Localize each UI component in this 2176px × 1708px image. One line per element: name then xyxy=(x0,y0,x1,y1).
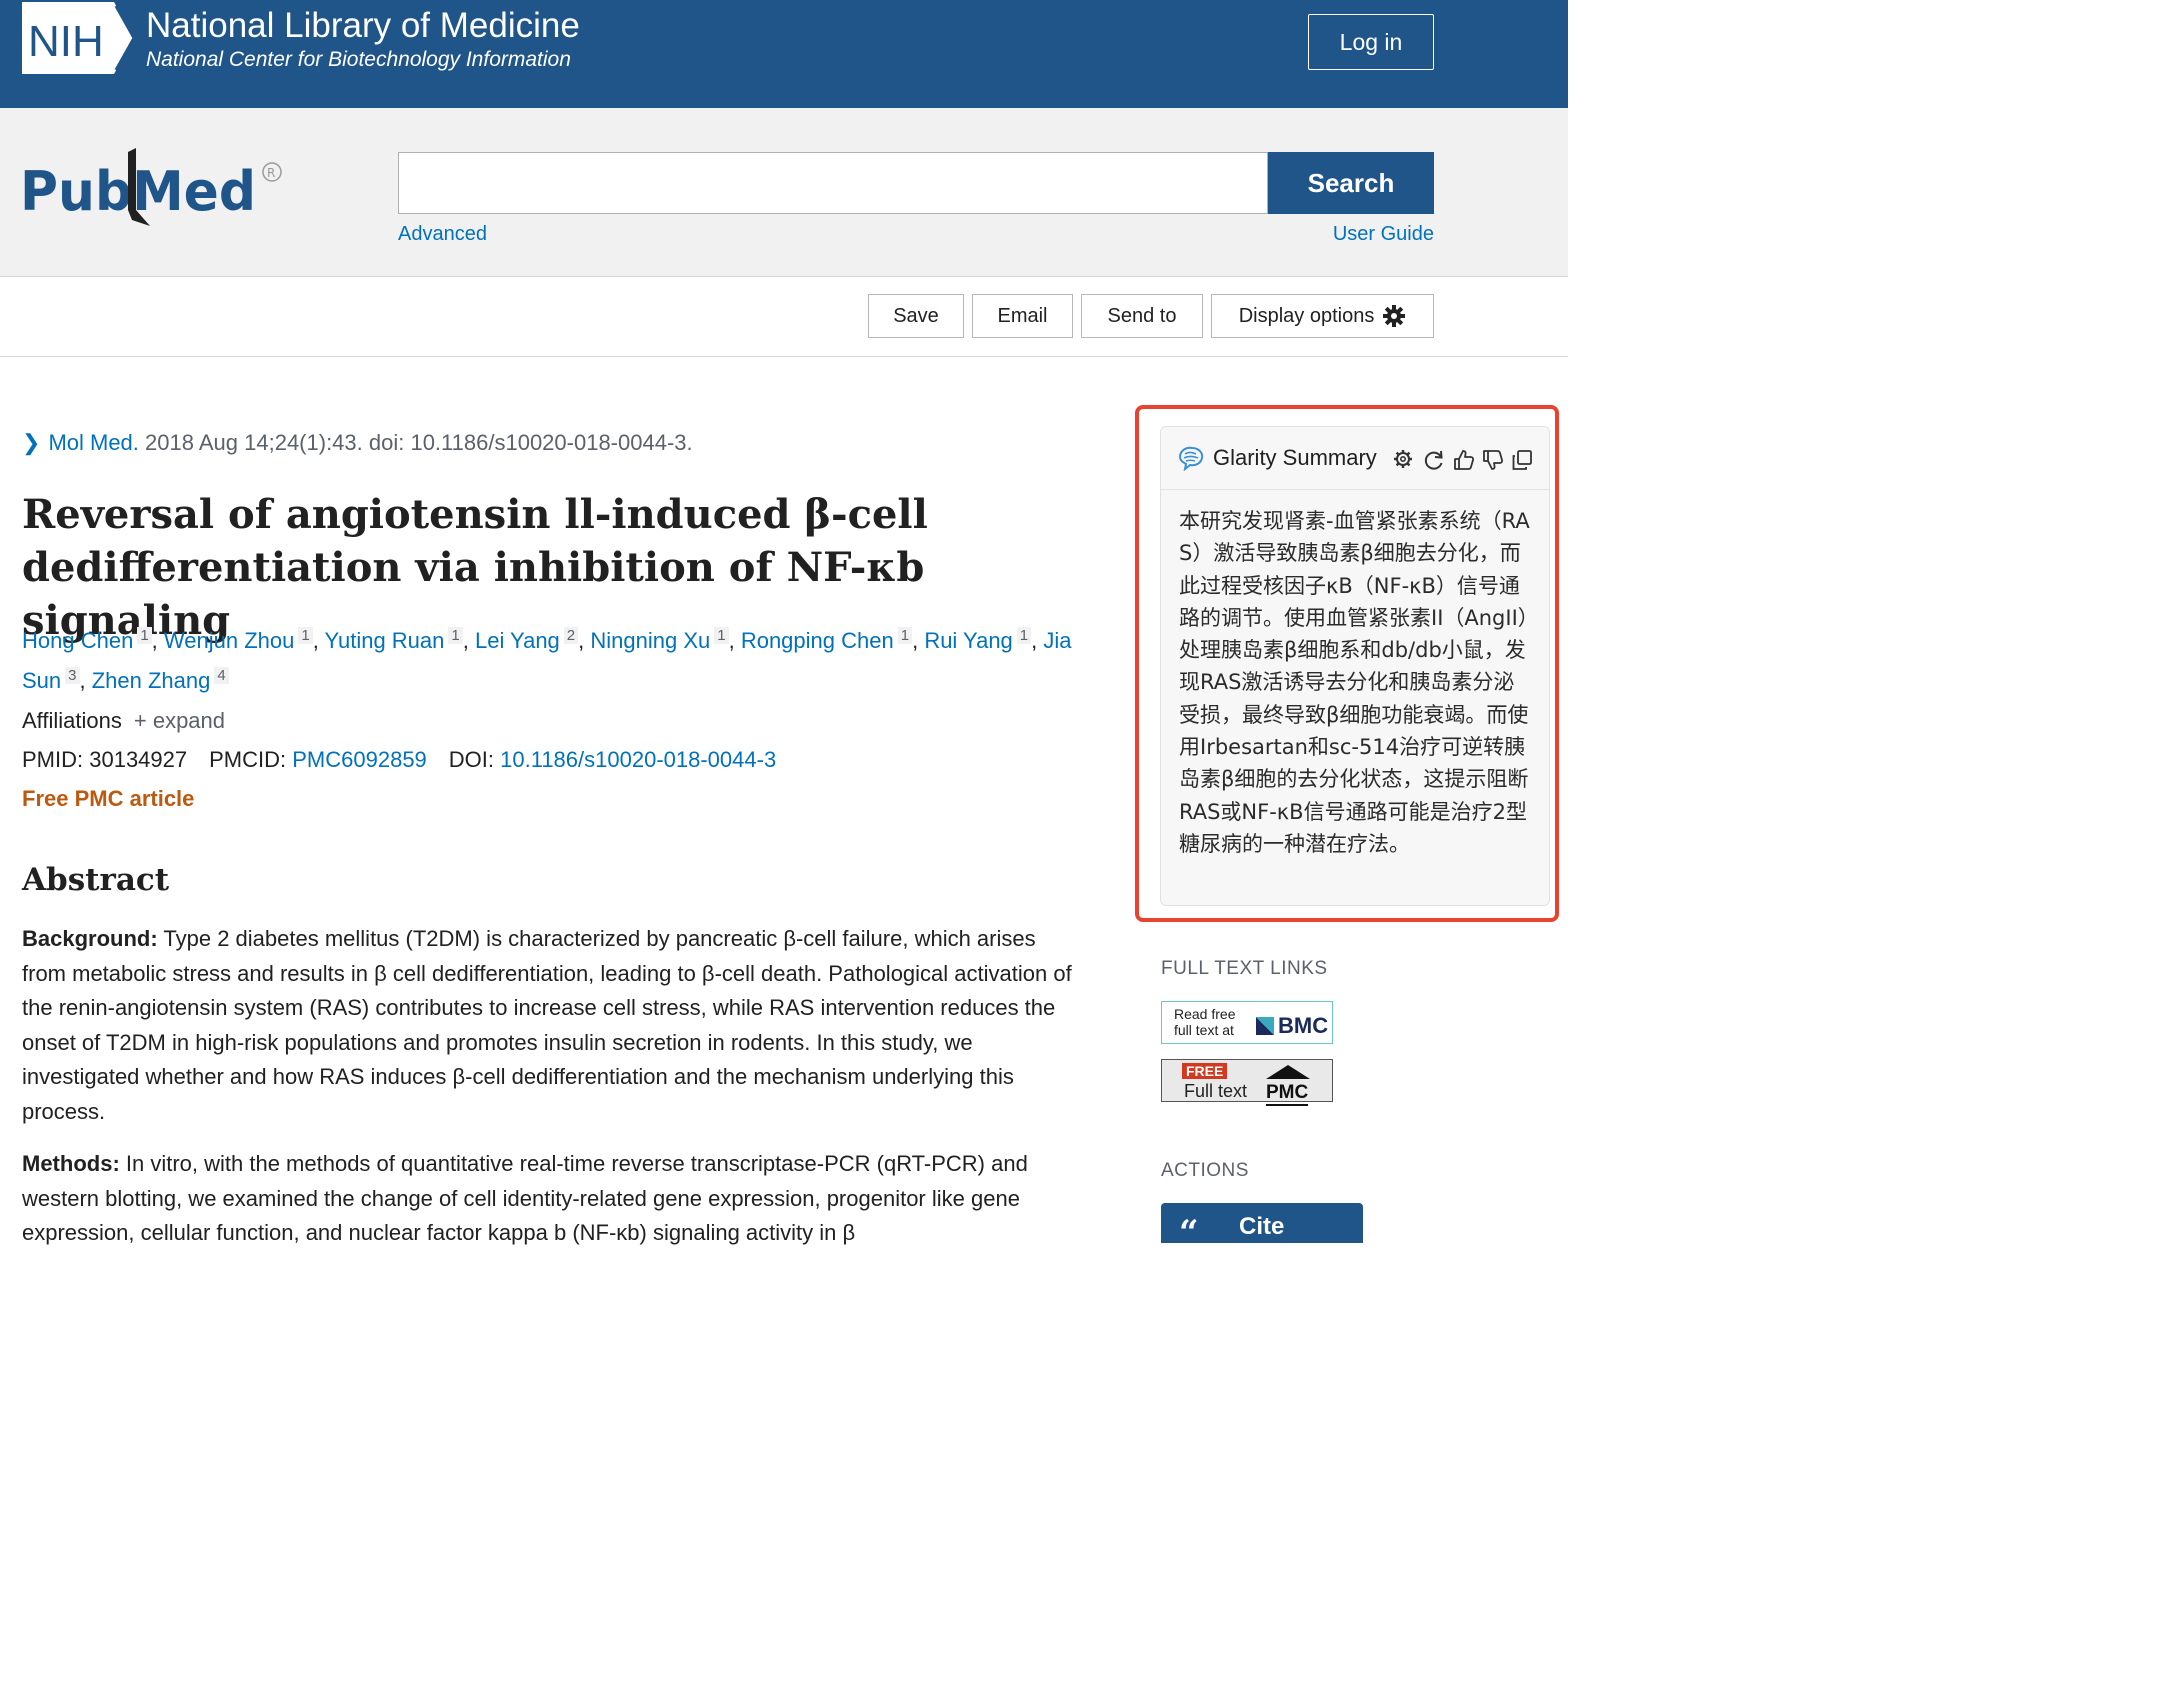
affiliation-number[interactable]: 2 xyxy=(563,627,579,644)
identifiers-row: PMID: 30134927 PMCID: PMC6092859 DOI: 10.1… xyxy=(22,747,776,773)
background-text: Type 2 diabetes mellitus (T2DM) is chara… xyxy=(22,926,1072,1124)
full-text-links-heading: FULL TEXT LINKS xyxy=(1161,958,1328,979)
glarity-header: Glarity Summary xyxy=(1161,427,1549,490)
journal-citation: ❯ Mol Med. 2018 Aug 14;24(1):43. doi: 10.… xyxy=(22,430,693,456)
affiliation-number[interactable]: 3 xyxy=(65,667,80,684)
author-link[interactable]: Rui Yang xyxy=(924,628,1012,653)
free-pmc-article-link[interactable]: Free PMC article xyxy=(22,786,194,812)
author-link[interactable]: Rongping Chen xyxy=(741,628,894,653)
pmc-building-icon xyxy=(1266,1065,1310,1079)
abstract-heading: Abstract xyxy=(22,862,170,898)
pmc-full-text-label: Full text xyxy=(1184,1081,1248,1101)
thumbs-up-icon[interactable] xyxy=(1453,449,1475,471)
nih-header: NIH National Library of Medicine Nationa… xyxy=(0,0,1568,108)
author-item: Yuting Ruan 1 xyxy=(325,627,463,653)
glarity-summary-panel: Glarity Summary 本研究发现肾素-血管紧张素系统（RAS）激活导致… xyxy=(1160,426,1550,906)
article-toolbar: Save Email Send to Display options xyxy=(0,276,1568,357)
pmcid-link[interactable]: PMC6092859 xyxy=(292,747,427,772)
cite-label: Cite xyxy=(1239,1213,1285,1240)
affiliations-row: Affiliations + expand xyxy=(22,708,225,734)
svg-text:R: R xyxy=(267,166,275,180)
bmc-full-text-link[interactable]: Read free full text at BMC xyxy=(1161,1001,1333,1044)
nih-logo-text: NIH xyxy=(28,17,104,66)
author-link[interactable]: Lei Yang xyxy=(475,628,560,653)
bmc-brand: BMC xyxy=(1256,1013,1328,1039)
author-item: Wenjun Zhou 1 xyxy=(164,627,313,653)
gear-icon xyxy=(1383,305,1406,327)
affiliations-label: Affiliations xyxy=(22,708,122,733)
doi-link[interactable]: 10.1186/s10020-018-0044-3 xyxy=(500,747,776,772)
abstract-methods: Methods: In vitro, with the methods of q… xyxy=(22,1147,1082,1251)
author-link[interactable]: Hong Chen xyxy=(22,628,133,653)
display-options-label: Display options xyxy=(1238,304,1375,327)
pmcid-label: PMCID: xyxy=(209,747,293,772)
thumbs-down-icon[interactable] xyxy=(1482,449,1504,471)
actions-heading: ACTIONS xyxy=(1161,1160,1249,1181)
author-item: Rui Yang 1 xyxy=(924,627,1032,653)
methods-text: In vitro, with the methods of quantitati… xyxy=(22,1151,1028,1246)
affiliation-number[interactable]: 1 xyxy=(137,627,152,644)
glarity-logo-icon xyxy=(1178,446,1204,471)
pmid-value: 30134927 xyxy=(89,747,188,772)
pmc-full-text-link[interactable]: FREE Full text PMC xyxy=(1161,1059,1333,1106)
save-button[interactable]: Save xyxy=(868,294,964,338)
background-label: Background: xyxy=(22,926,158,951)
refresh-icon[interactable] xyxy=(1423,449,1445,471)
citation-text: 2018 Aug 14;24(1):43. doi: 10.1186/s1002… xyxy=(138,430,693,455)
expand-affiliations-button[interactable]: + expand xyxy=(134,708,225,733)
bmc-read-free-text: Read free full text at xyxy=(1174,1006,1236,1038)
nih-subtitle: National Center for Biotechnology Inform… xyxy=(146,48,571,71)
chevron-right-icon[interactable]: ❯ xyxy=(22,430,40,455)
author-item: Zhen Zhang 4 xyxy=(92,667,229,693)
pubmed-logo[interactable]: PubMed R xyxy=(20,144,290,234)
nih-title[interactable]: National Library of Medicine xyxy=(146,6,580,46)
affiliation-number[interactable]: 1 xyxy=(714,627,729,644)
glarity-summary-text: 本研究发现肾素-血管紧张素系统（RAS）激活导致胰岛素β细胞去分化，而此过程受核… xyxy=(1179,509,1530,856)
author-item: Ningning Xu 1 xyxy=(590,627,729,653)
affiliation-number[interactable]: 4 xyxy=(214,667,229,684)
author-item: Lei Yang 2 xyxy=(475,627,579,653)
advanced-search-link[interactable]: Advanced xyxy=(398,223,487,246)
login-button[interactable]: Log in xyxy=(1308,14,1434,70)
search-band: PubMed R Search Advanced User Guide xyxy=(0,108,1568,277)
author-link[interactable]: Wenjun Zhou xyxy=(164,628,294,653)
author-link[interactable]: Zhen Zhang xyxy=(92,668,211,693)
glarity-title: Glarity Summary xyxy=(1213,445,1377,470)
display-options-button[interactable]: Display options xyxy=(1211,294,1434,338)
send-to-button[interactable]: Send to xyxy=(1081,294,1203,338)
doi-label: DOI: xyxy=(448,747,501,772)
author-item: Rongping Chen 1 xyxy=(741,627,913,653)
author-link[interactable]: Ningning Xu xyxy=(590,628,710,653)
user-guide-link[interactable]: User Guide xyxy=(1333,223,1434,246)
nih-logo[interactable]: NIH xyxy=(22,2,134,74)
pmc-free-badge: FREE xyxy=(1182,1063,1228,1079)
affiliation-number[interactable]: 1 xyxy=(1016,627,1032,644)
search-input[interactable] xyxy=(398,152,1268,214)
cite-button[interactable]: “ Cite xyxy=(1161,1203,1363,1253)
quote-icon: “ xyxy=(1179,1213,1199,1253)
pmid-label: PMID: xyxy=(22,747,90,772)
settings-icon[interactable] xyxy=(1393,449,1413,469)
author-list: Hong Chen 1, Wenjun Zhou 1, Yuting Ruan 1, … xyxy=(22,627,1072,693)
pmc-brand: PMC xyxy=(1266,1082,1309,1106)
search-button[interactable]: Search xyxy=(1268,152,1434,214)
affiliation-number[interactable]: 1 xyxy=(298,627,313,644)
abstract-background: Background: Type 2 diabetes mellitus (T2… xyxy=(22,922,1082,1130)
journal-link[interactable]: Mol Med. xyxy=(48,430,138,455)
copy-icon[interactable] xyxy=(1511,449,1533,471)
author-item: Hong Chen 1 xyxy=(22,627,152,653)
author-link[interactable]: Yuting Ruan xyxy=(325,628,445,653)
bmc-logo-icon xyxy=(1256,1017,1274,1035)
affiliation-number[interactable]: 1 xyxy=(448,627,463,644)
email-button[interactable]: Email xyxy=(972,294,1073,338)
affiliation-number[interactable]: 1 xyxy=(897,627,913,644)
methods-label: Methods: xyxy=(22,1151,120,1176)
